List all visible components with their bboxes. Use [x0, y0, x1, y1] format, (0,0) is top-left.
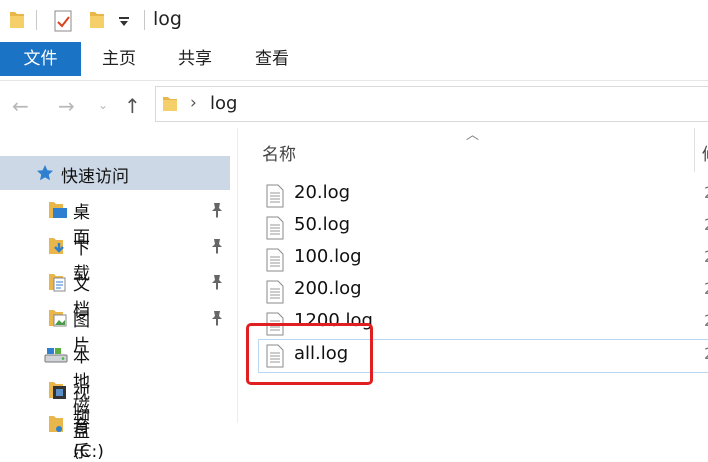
folder-icon[interactable]	[8, 10, 26, 30]
column-separator[interactable]	[694, 128, 695, 172]
title-bar: log	[0, 0, 708, 40]
file-name: 20.log	[294, 182, 351, 203]
picture-icon	[49, 310, 67, 327]
file-date: 2	[704, 344, 708, 363]
desktop-icon	[49, 202, 67, 218]
file-name: 100.log	[294, 246, 362, 267]
pin-icon[interactable]	[210, 274, 224, 290]
document-icon	[49, 274, 66, 292]
sidebar-item-label: 音乐	[73, 417, 90, 462]
address-bar[interactable]	[155, 86, 708, 122]
quick-access-label: 快速访问	[61, 167, 129, 187]
recent-chevron-icon[interactable]: ⌄	[98, 98, 108, 112]
breadcrumb-log[interactable]: log	[210, 93, 237, 114]
pin-icon[interactable]	[210, 202, 224, 218]
folder-icon	[163, 97, 177, 111]
ribbon: 文件 主页 共享 查看	[0, 42, 708, 81]
tab-home[interactable]: 主页	[91, 42, 147, 76]
breadcrumb-separator[interactable]: ›	[190, 93, 197, 113]
properties-icon[interactable]	[53, 10, 73, 32]
file-date: 2	[704, 311, 708, 330]
video-icon	[49, 382, 66, 399]
quick-access-item[interactable]: 快速访问	[0, 156, 230, 190]
text-file-icon	[266, 216, 284, 240]
window-title: log	[153, 8, 182, 30]
file-row[interactable]: 20.log 2	[258, 181, 708, 211]
star-icon	[37, 165, 53, 181]
file-date: 2	[704, 247, 708, 266]
forward-arrow-icon[interactable]: →	[58, 94, 75, 118]
pin-icon[interactable]	[210, 310, 224, 326]
download-icon	[49, 238, 64, 254]
column-header-date[interactable]: 修	[702, 140, 708, 165]
text-file-icon	[266, 184, 284, 208]
file-name: 200.log	[294, 278, 362, 299]
sort-ascending-icon[interactable]: ︿	[466, 124, 479, 143]
text-file-icon	[266, 248, 284, 272]
file-name: 50.log	[294, 214, 351, 235]
file-date: 2	[704, 215, 708, 234]
file-row[interactable]: 200.log 2	[258, 277, 708, 307]
file-date: 2	[704, 183, 708, 202]
file-date: 2	[704, 279, 708, 298]
tab-view[interactable]: 查看	[244, 42, 300, 76]
tab-file[interactable]: 文件	[0, 42, 81, 76]
music-icon	[49, 416, 63, 432]
up-arrow-icon[interactable]: ↑	[124, 94, 141, 118]
highlight-annotation-box	[246, 323, 373, 385]
new-folder-icon[interactable]	[88, 10, 106, 30]
text-file-icon	[266, 280, 284, 304]
file-row[interactable]: 100.log 2	[258, 245, 708, 275]
file-row[interactable]: 50.log 2	[258, 213, 708, 243]
chevron-down-icon[interactable]	[118, 16, 130, 28]
drive-icon	[44, 348, 68, 363]
separator	[144, 10, 145, 30]
separator	[36, 10, 37, 30]
column-header-name[interactable]: 名称	[262, 140, 296, 165]
pane-divider[interactable]	[237, 128, 238, 423]
pin-icon[interactable]	[210, 238, 224, 254]
back-arrow-icon[interactable]: ←	[12, 94, 29, 118]
tab-share[interactable]: 共享	[167, 42, 223, 76]
